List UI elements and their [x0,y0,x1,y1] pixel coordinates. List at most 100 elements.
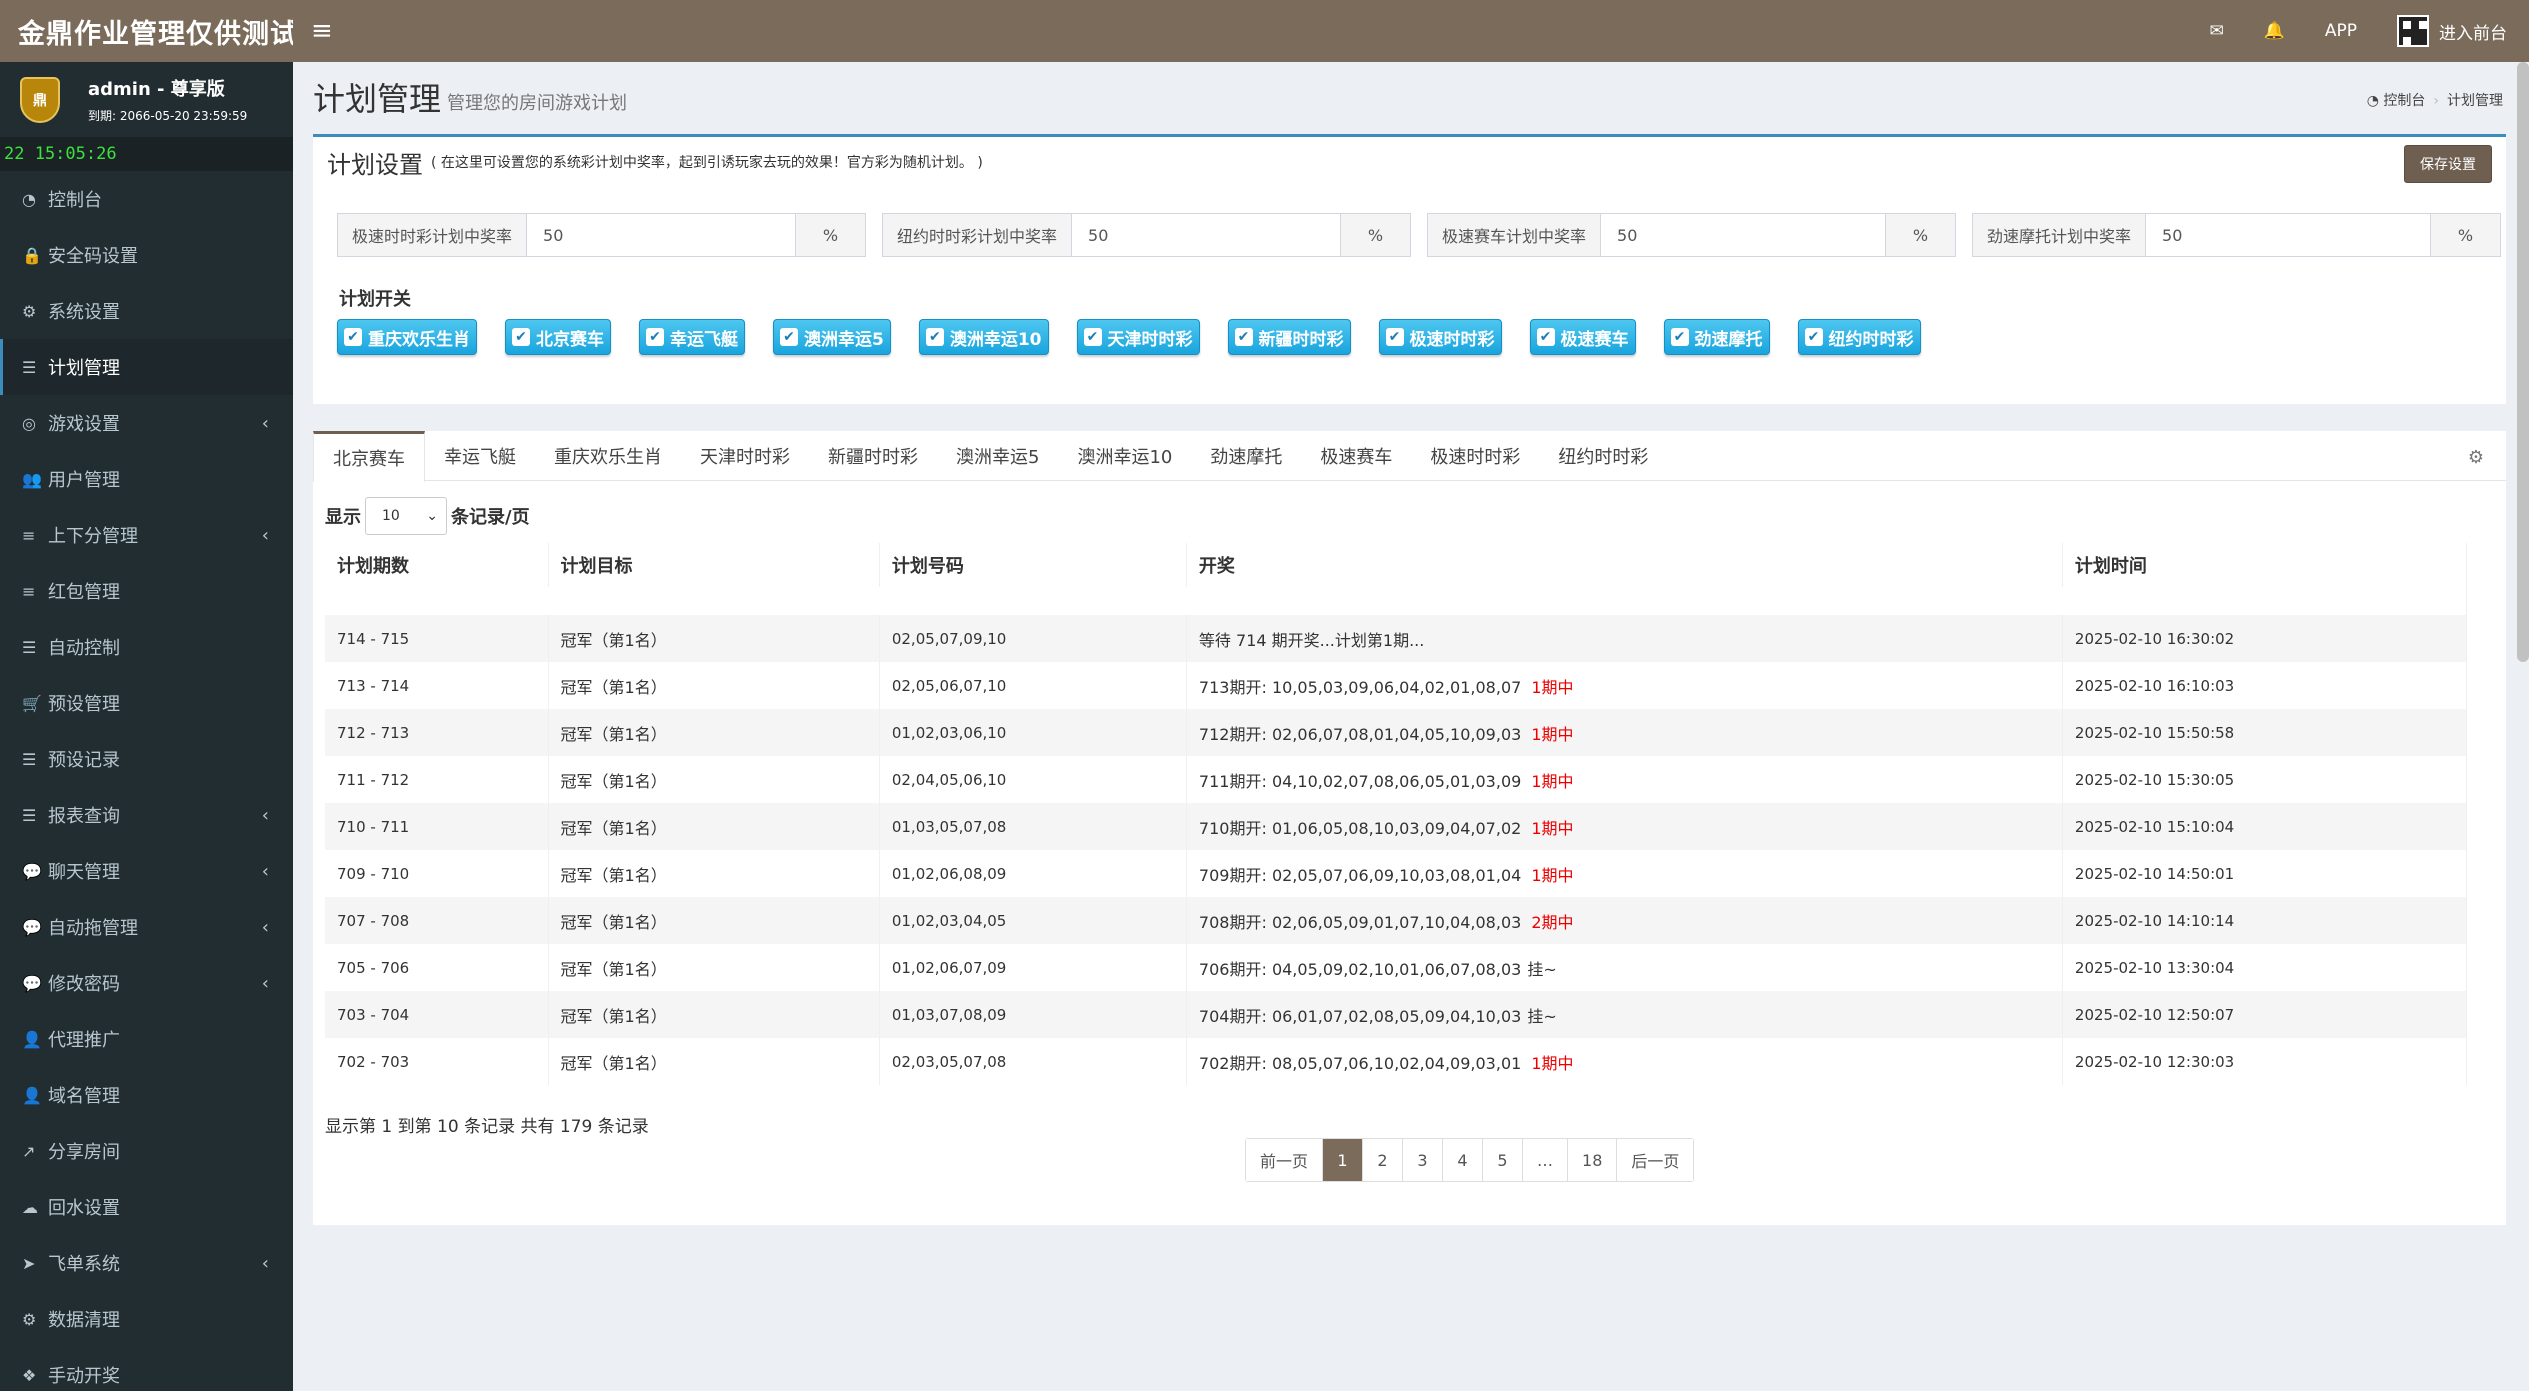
cell-time: 2025-02-10 15:30:05 [2062,756,2468,803]
page-button[interactable]: 后一页 [1617,1139,1694,1181]
cell-result: 702期开: 08,05,07,06,10,02,04,09,03,01 1期中 [1186,1038,2063,1085]
sidebar-item[interactable]: ↗ 分享房间 [0,1123,293,1179]
tab-game[interactable]: 劲速摩托 [1191,431,1301,481]
app-title[interactable]: 金鼎作业管理仅供测试 [0,0,293,62]
page-button[interactable]: 1 [1323,1139,1364,1181]
plan-switch[interactable]: ✔ 极速赛车 [1529,319,1636,355]
sidebar-item[interactable]: ☰ 计划管理 [0,339,293,395]
tab-game[interactable]: 北京赛车 [313,431,425,482]
sidebar-item[interactable]: ☰ 自动控制 [0,619,293,675]
page-button[interactable]: 前一页 [1246,1139,1324,1181]
chevron-left-icon: ‹ [261,860,269,882]
tab-game[interactable]: 幸运飞艇 [425,431,535,481]
plan-switch-label: 天津时时彩 [1107,329,1193,350]
plan-switch[interactable]: ✔ 澳洲幸运10 [918,319,1049,355]
rate-input-field[interactable]: 50 [527,214,795,256]
plan-switch[interactable]: ✔ 北京赛车 [505,319,611,355]
checkbox-checked-icon: ✔ [646,328,664,346]
page-button[interactable]: 3 [1403,1139,1444,1181]
sidebar-item[interactable]: ≡ 上下分管理 ‹ [0,507,293,563]
comments-icon: 💬 [22,973,42,993]
sidebar-item[interactable]: 👤 代理推广 [0,1011,293,1067]
save-settings-button[interactable]: 保存设置 [2404,145,2492,183]
page-length-value: 10 [382,508,400,524]
cell-numbers: 02,03,05,07,08 [879,1038,1187,1085]
avatar: 鼎 [20,76,60,123]
cell-target: 冠军（第1名） [548,662,880,709]
sidebar-item[interactable]: 🔒 安全码设置 [0,227,293,283]
tab-game[interactable]: 重庆欢乐生肖 [535,431,681,481]
tab-game[interactable]: 天津时时彩 [681,431,809,481]
tab-game[interactable]: 极速赛车 [1301,431,1411,481]
plan-switch-label: 澳洲幸运5 [804,329,884,350]
breadcrumb-home[interactable]: 控制台 [2383,93,2425,109]
page-length-select[interactable]: 10 ⌄ [365,497,447,535]
sidebar-item[interactable]: 👤 域名管理 [0,1067,293,1123]
dashboard-icon: ◔ [22,189,36,209]
cubes-icon: ❖ [22,1365,37,1385]
plan-switch[interactable]: ✔ 澳洲幸运5 [773,319,891,355]
user-plus-icon: 👤 [22,1085,42,1105]
sidebar-item-label: 代理推广 [48,1030,120,1051]
gear-icon[interactable]: ⚙ [2468,447,2484,468]
plan-switch[interactable]: ✔ 劲速摩托 [1663,319,1770,355]
sidebar-item[interactable]: 🛒 预设管理 [0,675,293,731]
page-button[interactable]: 4 [1443,1139,1484,1181]
plan-switch[interactable]: ✔ 重庆欢乐生肖 [337,319,477,355]
sidebar-item[interactable]: 💬 聊天管理 ‹ [0,843,293,899]
plan-switch[interactable]: ✔ 天津时时彩 [1076,319,1200,355]
page-button[interactable]: 18 [1568,1139,1618,1181]
sidebar-item[interactable]: ◎ 游戏设置 ‹ [0,395,293,451]
table-info: 显示第 1 到第 10 条记录 共有 179 条记录 [325,1117,649,1137]
tab-game[interactable]: 澳洲幸运5 [937,431,1058,481]
sidebar-item[interactable]: ☰ 预设记录 [0,731,293,787]
settings-header: 计划设置 ( 在这里可设置您的系统彩计划中奖率，起到引诱玩家去玩的效果！官方彩为… [313,137,2506,187]
cell-target: 冠军（第1名） [548,897,880,944]
page-button[interactable]: 2 [1363,1139,1404,1181]
bell-icon[interactable]: 🔔 [2264,21,2285,41]
tab-game[interactable]: 极速时时彩 [1411,431,1539,481]
sidebar-item[interactable]: ≡ 红包管理 [0,563,293,619]
sidebar-item[interactable]: ⚙ 系统设置 [0,283,293,339]
mail-icon[interactable]: ✉ [2209,21,2223,41]
sidebar-item[interactable]: ☰ 报表查询 ‹ [0,787,293,843]
rate-input-field[interactable]: 50 [2146,214,2430,256]
sidebar-item[interactable]: 👥 用户管理 [0,451,293,507]
switch-title: 计划开关 [339,289,411,310]
tab-game[interactable]: 澳洲幸运10 [1058,431,1191,481]
app-link[interactable]: APP [2325,21,2357,41]
table-column-header: 计划期数 [325,543,549,587]
sidebar-item[interactable]: ☁ 回水设置 [0,1179,293,1235]
sidebar-item[interactable]: ◔ 控制台 [0,171,293,227]
sidebar-item[interactable]: ❖ 手动开奖 [0,1347,293,1391]
rate-input-field[interactable]: 50 [1072,214,1340,256]
plan-switch-label: 幸运飞艇 [670,329,738,350]
plan-switch-label: 极速时时彩 [1409,329,1495,350]
sidebar-item[interactable]: 💬 自动拖管理 ‹ [0,899,293,955]
page-button[interactable]: … [1523,1139,1569,1181]
tab-game[interactable]: 纽约时时彩 [1539,431,1667,481]
cell-numbers: 01,02,03,04,05 [879,897,1187,944]
frontend-link[interactable]: 进入前台 [2397,15,2507,47]
sidebar-item[interactable]: ⚙ 数据清理 [0,1291,293,1347]
plan-switch[interactable]: ✔ 新疆时时彩 [1227,319,1351,355]
page-scrollbar[interactable] [2517,62,2529,662]
plan-switch[interactable]: ✔ 极速时时彩 [1378,319,1502,355]
page-button[interactable]: 5 [1483,1139,1524,1181]
sidebar-item[interactable]: 💬 修改密码 ‹ [0,955,293,1011]
sidebar-item[interactable]: ➤ 飞单系统 ‹ [0,1235,293,1291]
comments-icon: 💬 [22,861,42,881]
plan-switch[interactable]: ✔ 幸运飞艇 [639,319,745,355]
list-icon: ☰ [22,637,37,657]
rate-input-field[interactable]: 50 [1601,214,1885,256]
result-text: 709期开: 02,05,07,06,09,10,03,08,01,04 [1198,865,1522,885]
tab-game[interactable]: 新疆时时彩 [809,431,937,481]
sidebar-toggle-icon[interactable]: ≡ [311,16,333,46]
table-row: 703 - 704 冠军（第1名） 01,03,07,08,09 704期开: 06,… [325,991,2468,1038]
cell-numbers: 02,04,05,06,10 [879,756,1187,803]
table-row: 702 - 703 冠军（第1名） 02,03,05,07,08 702期开: 08,… [325,1038,2468,1085]
cog-icon: ⚙ [22,1309,37,1329]
plan-switch-label: 澳洲幸运10 [949,329,1042,350]
plan-switch[interactable]: ✔ 纽约时时彩 [1797,319,1921,355]
checkbox-checked-icon: ✔ [1670,328,1689,346]
